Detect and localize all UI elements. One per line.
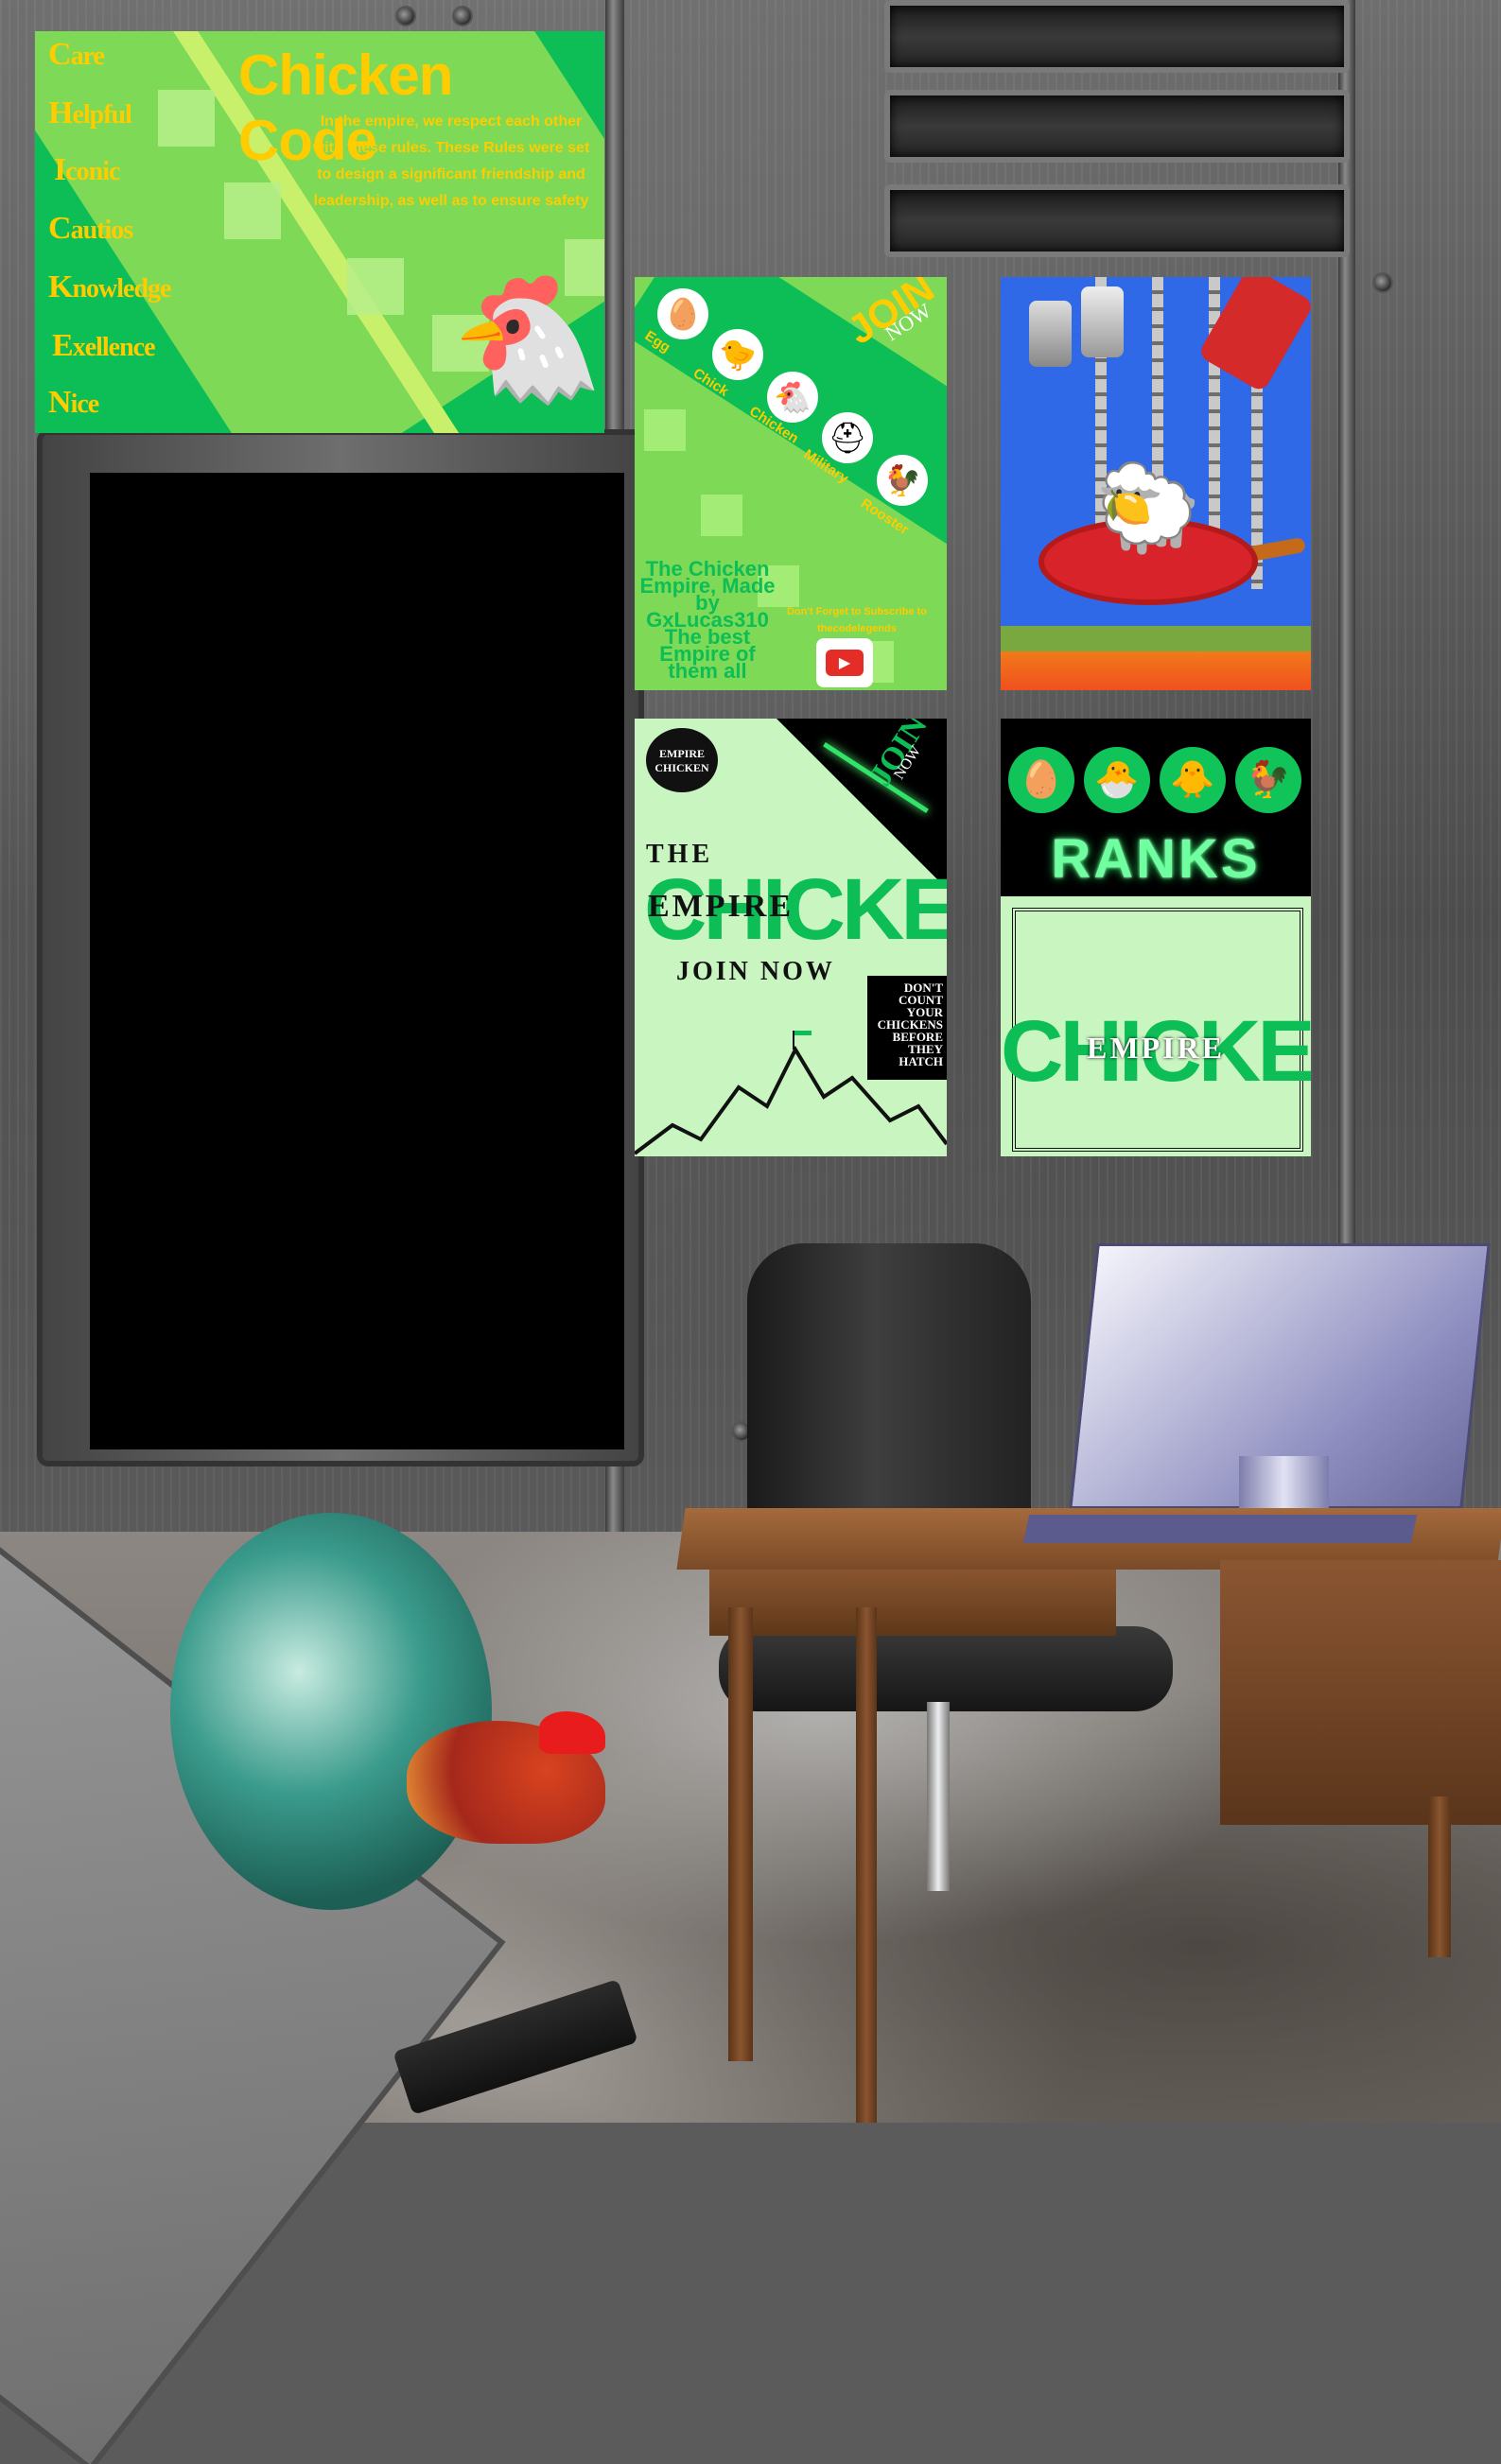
desk-drawer — [709, 1570, 1116, 1636]
wall-vent — [884, 90, 1350, 163]
bolt — [454, 8, 471, 25]
wall-vent — [884, 0, 1350, 73]
poster-body: In the empire, we respect each other wit… — [312, 113, 590, 209]
egg-icon: 🥚 — [657, 288, 708, 339]
egg-icon: 🥚 — [1008, 747, 1074, 813]
desk-leg — [728, 1607, 753, 2061]
deco-square — [224, 182, 281, 239]
rooster-icon: 🐓 — [1235, 747, 1301, 813]
rooster-tail — [170, 1513, 492, 1910]
bolt — [397, 8, 414, 25]
wall-vent — [884, 184, 1350, 257]
deco-square — [347, 258, 404, 315]
desk-cabinet — [1220, 1560, 1501, 1825]
mountains-icon — [635, 1031, 947, 1155]
chair-base — [927, 1702, 950, 1891]
chicken-icon: 🐔 — [767, 372, 818, 423]
deco-square — [158, 90, 215, 147]
hatchling-icon: 🐣 — [1084, 747, 1150, 813]
deco-square — [701, 495, 742, 536]
code-word: Exellence — [52, 328, 156, 363]
deco-square — [644, 409, 686, 451]
salt-shaker — [1081, 286, 1124, 357]
chair-seat — [719, 1626, 1173, 1711]
badge-text: EMPIRE CHICKEN — [655, 747, 709, 774]
code-word: Cautios — [48, 211, 133, 246]
join-now-text: JOIN NOW — [676, 957, 835, 986]
chicken-code-poster: Chicken Code In the empire, we respect e… — [35, 31, 604, 433]
made-by-text: The Chicken Empire, Made by GxLucas310 T… — [639, 557, 776, 683]
desk-leg — [1428, 1796, 1451, 1957]
empire-text: EMPIRE — [648, 889, 794, 924]
keyboard — [1022, 1515, 1418, 1543]
code-word: Knowledge — [48, 269, 171, 304]
rooster-icon: 🐓 — [877, 455, 928, 506]
ranks-poster: 🥚 🐣 🐥 🐓 RANKS CHICKEN EMPIRE — [1001, 719, 1311, 1156]
empire-text: EMPIRE — [1087, 1031, 1225, 1065]
youtube-play-icon: ▶ — [816, 638, 873, 687]
ranks-join-poster: JOIN NOW 🥚 🐤 🐔 ⛑ 🐓 Egg Chick Chicken Mil… — [635, 277, 947, 690]
code-word: Care — [48, 37, 105, 72]
subscribe-text: Don't Forget to Subscribe to thecodelege… — [786, 606, 928, 634]
food-art-poster: 🐑 🍋 — [1001, 277, 1311, 690]
desk-leg — [856, 1607, 877, 2123]
empire-join-poster: JOIN NOW EMPIRE CHICKEN THE CHICKEN EMPI… — [635, 719, 947, 1156]
chick-icon: 🐥 — [1160, 747, 1226, 813]
pepper-shaker — [1029, 301, 1072, 367]
black-screen — [90, 473, 624, 1449]
ranks-title: RANKS — [1051, 828, 1261, 890]
code-word: Helpful — [48, 95, 132, 130]
hen-icon: 🐔 — [451, 269, 604, 408]
lemon-icon: 🍋 — [1105, 487, 1152, 529]
chick-icon: 🐤 — [712, 329, 763, 380]
code-word: Iconic — [54, 152, 120, 187]
fire-strip — [1001, 626, 1311, 690]
code-word: Nice — [48, 385, 99, 420]
helmet-icon: ⛑ — [822, 412, 873, 463]
bolt — [1374, 274, 1391, 291]
